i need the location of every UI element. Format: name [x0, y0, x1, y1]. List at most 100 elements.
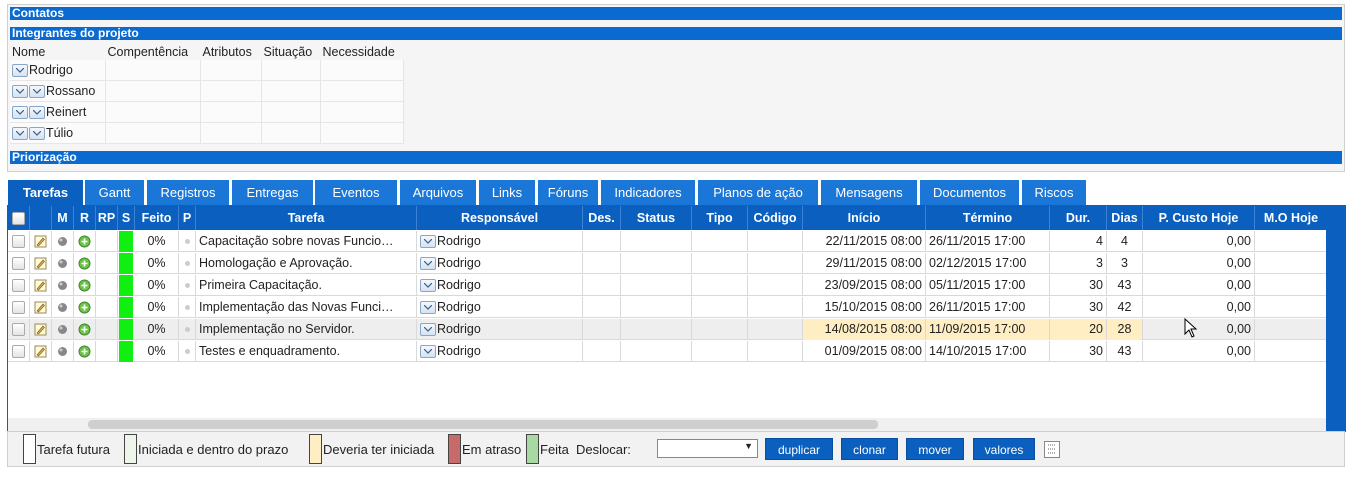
tab-eventos[interactable]: Eventos	[315, 180, 397, 205]
header-select[interactable]	[8, 206, 30, 230]
section-integrantes[interactable]: Integrantes do projeto	[10, 27, 1342, 40]
dropdown-arrow-icon[interactable]	[420, 279, 436, 293]
add-resource-icon[interactable]	[78, 301, 91, 314]
edit-pencil-icon[interactable]	[34, 257, 47, 270]
mover-button[interactable]: mover	[906, 438, 964, 460]
valores-button[interactable]: valores	[973, 438, 1035, 460]
row-checkbox[interactable]	[12, 301, 25, 315]
tab-links[interactable]: Links	[479, 180, 535, 205]
cell-r[interactable]	[74, 231, 96, 252]
dropdown-arrow-icon[interactable]	[420, 323, 436, 337]
cell-m[interactable]	[52, 275, 74, 296]
cell-m[interactable]	[52, 341, 74, 362]
dropdown-arrow-icon[interactable]	[420, 345, 436, 359]
header-custo-hoje: P. Custo Hoje	[1143, 206, 1255, 230]
edit-pencil-icon[interactable]	[34, 323, 47, 336]
dropdown-arrow-icon[interactable]	[420, 235, 436, 249]
dias-value: 4	[1121, 234, 1128, 248]
cell-r[interactable]	[74, 297, 96, 318]
row-checkbox[interactable]	[12, 257, 25, 271]
status-ball-icon	[58, 237, 67, 247]
add-resource-icon[interactable]	[78, 257, 91, 270]
cell-m[interactable]	[52, 253, 74, 274]
table-row[interactable]: 0% Primeira Capacitação. Rodrigo 23/09/2015…	[8, 275, 1328, 296]
duplicar-button[interactable]: duplicar	[765, 438, 833, 460]
select-all-checkbox[interactable]	[12, 212, 25, 226]
table-row[interactable]: 0% Testes e enquadramento. Rodrigo 01/09/20…	[8, 341, 1328, 362]
cell-edit[interactable]	[30, 231, 52, 252]
dropdown-arrow-icon[interactable]	[29, 85, 45, 99]
tab-entregas[interactable]: Entregas	[232, 180, 313, 205]
cell-m[interactable]	[52, 297, 74, 318]
add-resource-icon[interactable]	[78, 279, 91, 292]
table-row[interactable]: 0% Capacitação sobre novas Funcio… Rodrigo…	[8, 231, 1328, 252]
add-resource-icon[interactable]	[78, 235, 91, 248]
dropdown-arrow-icon[interactable]	[12, 127, 28, 141]
member-necessidade-cell	[320, 80, 404, 102]
cell-r[interactable]	[74, 341, 96, 362]
tab-mensagens[interactable]: Mensagens	[821, 180, 917, 205]
dropdown-arrow-icon[interactable]	[420, 257, 436, 271]
row-checkbox[interactable]	[12, 345, 25, 359]
cell-r[interactable]	[74, 275, 96, 296]
cell-edit[interactable]	[30, 319, 52, 340]
tab-f-runs[interactable]: Fóruns	[538, 180, 598, 205]
tab-indicadores[interactable]: Indicadores	[601, 180, 695, 205]
cell-codigo	[748, 341, 803, 362]
add-resource-icon[interactable]	[78, 345, 91, 358]
tab-registros[interactable]: Registros	[147, 180, 229, 205]
cell-edit[interactable]	[30, 253, 52, 274]
dropdown-arrow-icon[interactable]	[29, 127, 45, 141]
cell-edit[interactable]	[30, 275, 52, 296]
cell-m[interactable]	[52, 319, 74, 340]
edit-pencil-icon[interactable]	[34, 301, 47, 314]
status-ball-icon	[58, 259, 67, 269]
section-contatos[interactable]: Contatos	[10, 7, 1342, 20]
cell-edit[interactable]	[30, 297, 52, 318]
dropdown-arrow-icon[interactable]	[12, 106, 28, 120]
clonar-button[interactable]: clonar	[841, 438, 898, 460]
header-rp: RP	[96, 206, 118, 230]
feito-value: 0%	[147, 322, 166, 336]
cell-r[interactable]	[74, 319, 96, 340]
row-checkbox[interactable]	[12, 235, 25, 249]
cell-select[interactable]	[8, 319, 30, 340]
tab-gantt[interactable]: Gantt	[85, 180, 144, 205]
add-resource-icon[interactable]	[78, 323, 91, 336]
tab-riscos[interactable]: Riscos	[1022, 180, 1086, 205]
table-row[interactable]: 0% Homologação e Aprovação. Rodrigo 29/11/2…	[8, 253, 1328, 274]
cell-des	[583, 319, 621, 340]
header-mo-hoje: M.O Hoje	[1255, 206, 1328, 230]
deslocar-select[interactable]: ▼	[657, 439, 758, 458]
table-row[interactable]: 0% Implementação das Novas Funci… Rodrigo 1…	[8, 297, 1328, 318]
section-priorizacao[interactable]: Priorização	[10, 151, 1342, 164]
cell-r[interactable]	[74, 253, 96, 274]
column-settings-icon[interactable]	[1044, 441, 1060, 458]
cell-custo-hoje: 0,00	[1143, 231, 1255, 252]
edit-pencil-icon[interactable]	[34, 279, 47, 292]
tab-arquivos[interactable]: Arquivos	[400, 180, 476, 205]
dropdown-arrow-icon[interactable]	[420, 301, 436, 315]
cell-tipo	[692, 341, 748, 362]
horizontal-scrollbar-thumb[interactable]	[88, 420, 878, 429]
cell-select[interactable]	[8, 275, 30, 296]
cell-select[interactable]	[8, 341, 30, 362]
dropdown-arrow-icon[interactable]	[12, 85, 28, 99]
row-checkbox[interactable]	[12, 323, 25, 337]
cell-select[interactable]	[8, 231, 30, 252]
table-row[interactable]: 0% Implementação no Servidor. Rodrigo 14/08…	[8, 319, 1328, 340]
tab-planos-de-a-o[interactable]: Planos de ação	[698, 180, 818, 205]
cell-m[interactable]	[52, 231, 74, 252]
cell-select[interactable]	[8, 253, 30, 274]
cell-dur: 30	[1050, 297, 1107, 318]
dropdown-arrow-icon[interactable]	[29, 106, 45, 120]
edit-pencil-icon[interactable]	[34, 345, 47, 358]
tab-documentos[interactable]: Documentos	[920, 180, 1019, 205]
row-checkbox[interactable]	[12, 279, 25, 293]
dropdown-arrow-icon[interactable]	[12, 64, 28, 78]
tab-tarefas[interactable]: Tarefas	[8, 180, 83, 205]
cell-select[interactable]	[8, 297, 30, 318]
edit-pencil-icon[interactable]	[34, 235, 47, 248]
cell-custo-hoje: 0,00	[1143, 319, 1255, 340]
cell-edit[interactable]	[30, 341, 52, 362]
